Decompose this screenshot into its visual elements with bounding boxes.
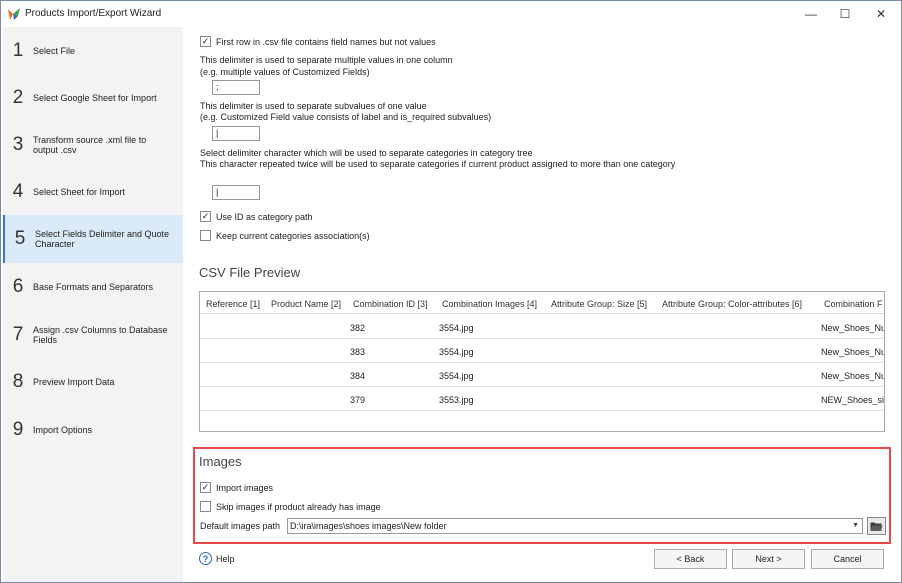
title-bar: Products Import/Export Wizard — ☐ ✕ [1, 1, 901, 27]
keep-assoc-label: Keep current categories association(s) [216, 231, 370, 241]
chevron-down-icon[interactable]: ▼ [852, 519, 859, 533]
cell-combination-id: 383 [350, 347, 366, 357]
column-header[interactable]: Combination ID [3] [353, 299, 428, 309]
images-path-label: Default images path [200, 521, 281, 531]
subval-input[interactable]: | [212, 126, 260, 141]
use-id-label: Use ID as category path [216, 212, 313, 222]
images-title: Images [199, 454, 242, 469]
csv-preview-grid[interactable]: Reference [1] Product Name [2] Combinati… [199, 291, 885, 432]
first-row-checkbox[interactable]: ✓ [200, 36, 211, 47]
wizard-steps-sidebar: 1 Select File 2 Select Google Sheet for … [3, 27, 183, 582]
step-label: Transform source .xml file to output .cs… [33, 135, 147, 155]
step-label: Preview Import Data [33, 377, 115, 387]
folder-icon [870, 522, 883, 531]
step-number: 3 [12, 134, 24, 155]
keep-assoc-checkbox[interactable] [200, 230, 211, 241]
step-number: 5 [14, 228, 26, 249]
close-icon: ✕ [875, 7, 887, 21]
minimize-button[interactable]: — [793, 3, 829, 25]
table-row[interactable]: 382 3554.jpg New_Shoes_Nu [200, 315, 884, 339]
step-9[interactable]: 9 Import Options [3, 406, 183, 454]
step-label: Select Sheet for Import [33, 187, 126, 197]
step-number: 6 [12, 276, 24, 297]
cell-combination-images: 3553.jpg [439, 395, 474, 405]
cat-delim-desc-1: Select delimiter character which will be… [200, 148, 533, 158]
multi-delim-desc-1: This delimiter is used to separate multi… [200, 55, 453, 65]
cell-combination-f: NEW_Shoes_sil [821, 395, 885, 405]
column-header[interactable]: Attribute Group: Color-attributes [6] [662, 299, 802, 309]
step-label: Select Google Sheet for Import [33, 93, 157, 103]
help-icon[interactable]: ? [199, 552, 212, 565]
step-number: 2 [12, 87, 24, 108]
import-images-label: Import images [216, 483, 274, 493]
step-label: Select File [33, 46, 76, 56]
cell-combination-f: New_Shoes_Nu [821, 347, 885, 357]
step-number: 1 [12, 40, 24, 61]
column-header[interactable]: Combination F [824, 299, 883, 309]
step-6[interactable]: 6 Base Formats and Separators [3, 263, 183, 311]
cell-combination-id: 384 [350, 371, 366, 381]
step-3[interactable]: 3 Transform source .xml file to output .… [3, 121, 183, 169]
step-label: Import Options [33, 425, 93, 435]
cell-combination-id: 379 [350, 395, 366, 405]
step-2[interactable]: 2 Select Google Sheet for Import [3, 74, 183, 122]
table-row[interactable]: 384 3554.jpg New_Shoes_Nu [200, 363, 884, 387]
grid-header: Reference [1] Product Name [2] Combinati… [200, 292, 884, 314]
table-row[interactable]: 379 3553.jpg NEW_Shoes_sil [200, 387, 884, 411]
use-id-checkbox[interactable]: ✓ [200, 211, 211, 222]
cell-combination-f: New_Shoes_Nu [821, 323, 885, 333]
step-label: Select Fields Delimiter and Quote Charac… [35, 229, 170, 249]
cell-combination-images: 3554.jpg [439, 323, 474, 333]
column-header[interactable]: Product Name [2] [271, 299, 341, 309]
cell-combination-f: New_Shoes_Nu [821, 371, 885, 381]
help-link[interactable]: Help [216, 554, 235, 564]
cat-delim-desc-2: This character repeated twice will be us… [200, 159, 676, 169]
next-button[interactable]: Next > [732, 549, 805, 569]
multi-delim-input[interactable]: ; [212, 80, 260, 95]
column-header[interactable]: Reference [1] [206, 299, 260, 309]
browse-folder-button[interactable] [867, 517, 886, 535]
cell-combination-images: 3554.jpg [439, 347, 474, 357]
cell-combination-id: 382 [350, 323, 366, 333]
column-header[interactable]: Combination Images [4] [442, 299, 537, 309]
multi-delim-desc-2: (e.g. multiple values of Customized Fiel… [200, 67, 370, 77]
step-number: 9 [12, 419, 24, 440]
back-button[interactable]: < Back [654, 549, 727, 569]
wizard-window: Products Import/Export Wizard — ☐ ✕ 1 Se… [0, 0, 902, 583]
step-7[interactable]: 7 Assign .csv Columns to Database Fields [3, 311, 183, 359]
cell-combination-images: 3554.jpg [439, 371, 474, 381]
window-title: Products Import/Export Wizard [25, 8, 162, 19]
subval-desc-1: This delimiter is used to separate subva… [200, 101, 427, 111]
app-logo-icon [8, 8, 20, 20]
skip-images-label: Skip images if product already has image [216, 502, 381, 512]
step-1[interactable]: 1 Select File [3, 27, 183, 75]
step-label: Base Formats and Separators [33, 282, 154, 292]
import-images-checkbox[interactable]: ✓ [200, 482, 211, 493]
cat-delim-input[interactable]: | [212, 185, 260, 200]
step-number: 7 [12, 324, 24, 345]
step-number: 4 [12, 181, 24, 202]
skip-images-checkbox[interactable] [200, 501, 211, 512]
step-8[interactable]: 8 Preview Import Data [3, 358, 183, 406]
cancel-button[interactable]: Cancel [811, 549, 884, 569]
step-label: Assign .csv Columns to Database Fields [33, 325, 168, 345]
step-4[interactable]: 4 Select Sheet for Import [3, 168, 183, 216]
table-row[interactable]: 383 3554.jpg New_Shoes_Nu [200, 339, 884, 363]
maximize-button[interactable]: ☐ [827, 3, 863, 25]
first-row-label: First row in .csv file contains field na… [216, 37, 436, 47]
column-header[interactable]: Attribute Group: Size [5] [551, 299, 647, 309]
minimize-icon: — [805, 7, 817, 21]
preview-title: CSV File Preview [199, 265, 301, 280]
images-path-combobox[interactable]: D:\ira\images\shoes images\New folder ▼ [287, 518, 863, 534]
maximize-icon: ☐ [839, 7, 851, 21]
images-path-value: D:\ira\images\shoes images\New folder [290, 521, 447, 531]
step-5[interactable]: 5 Select Fields Delimiter and Quote Char… [3, 215, 183, 263]
step-number: 8 [12, 371, 24, 392]
close-button[interactable]: ✕ [863, 3, 899, 25]
subval-desc-2: (e.g. Customized Field value consists of… [200, 112, 492, 122]
